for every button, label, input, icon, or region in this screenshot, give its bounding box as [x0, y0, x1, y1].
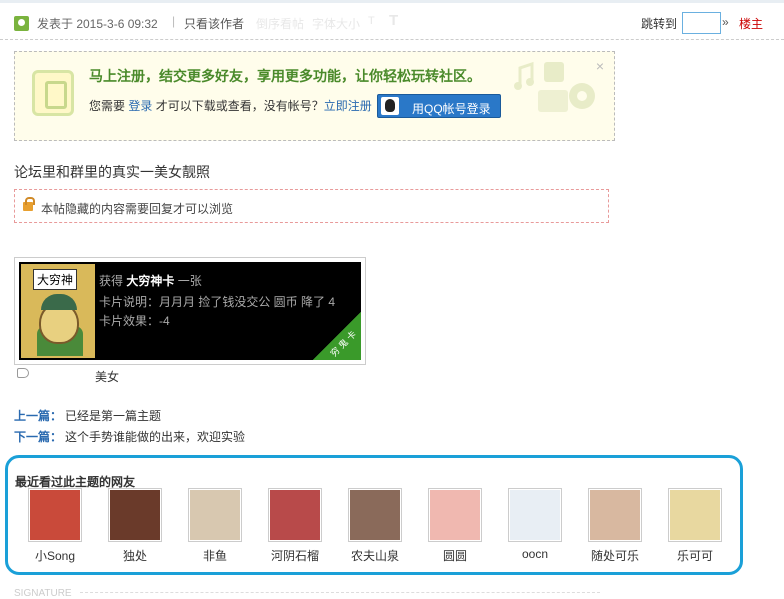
visitor-avatar[interactable] [188, 488, 242, 542]
register-prompt: 马上注册，结交更多好友，享用更多功能，让你轻松玩转社区。 您需要 登录 才可以下… [14, 51, 615, 141]
card-description: 卡片说明：月月月 捡了钱没交公 圆币 降了 4 [99, 295, 336, 309]
next-thread-label: 下一篇： [14, 430, 63, 444]
visitor-avatar[interactable] [428, 488, 482, 542]
decoration-icons [514, 61, 595, 112]
only-author-link[interactable]: 只看该作者 [184, 15, 244, 32]
user-icon [14, 16, 29, 31]
register-mid-text: 才可以下载或查看，没有帐号？ [152, 99, 324, 113]
card-gain-prefix: 获得 [99, 274, 127, 288]
register-link[interactable]: 立即注册 [324, 99, 372, 113]
visitor-name[interactable]: oocn [495, 547, 575, 561]
visitor-avatar[interactable] [348, 488, 402, 542]
font-small-button[interactable]: T [368, 15, 375, 27]
top-border [0, 0, 784, 3]
tag-icon [17, 368, 29, 378]
signature-divider [80, 592, 600, 593]
visitor-name[interactable]: 随处可乐 [575, 547, 655, 564]
visitor-avatar[interactable] [668, 488, 722, 542]
reverse-order-link[interactable]: 倒序看帖 [256, 15, 304, 32]
avatar-image [430, 490, 480, 540]
register-title: 马上注册，结交更多好友，享用更多功能，让你轻松玩转社区。 [89, 68, 481, 84]
visitor-name[interactable]: 圆圆 [415, 547, 495, 564]
card-figure-hat [41, 294, 77, 310]
prev-thread-label: 上一篇： [14, 409, 63, 423]
card-body: 大穷神 获得 大穷神卡 一张 卡片说明：月月月 捡了钱没交公 圆币 降了 4 卡… [19, 262, 361, 360]
prev-thread-text: 已经是第一篇主题 [65, 409, 162, 423]
jump-button[interactable]: » [722, 15, 729, 29]
visitor-name[interactable]: 乐可可 [655, 547, 735, 564]
login-link[interactable]: 登录 [128, 99, 152, 113]
post-header: 发表于 2015-3-6 09:32 | 只看该作者 倒序看帖 字体大小 T T… [0, 4, 784, 40]
avatar-image [510, 490, 560, 540]
visitor-avatar[interactable] [268, 488, 322, 542]
register-text: 您需要 登录 才可以下载或查看，没有帐号？立即注册 [89, 97, 372, 114]
lock-icon [23, 197, 35, 211]
card-gain-suffix: 一张 [174, 274, 202, 288]
register-need-text: 您需要 [89, 99, 129, 113]
qq-login-label: 用QQ帐号登录 [412, 102, 491, 116]
post-time: 发表于 2015-3-6 09:32 [37, 17, 158, 31]
avatar-image [30, 490, 80, 540]
lock-icon [32, 70, 74, 116]
separator: | [172, 14, 176, 28]
card-image-label: 大穷神 [33, 269, 78, 290]
avatar-image [350, 490, 400, 540]
visitor-name[interactable]: 小Song [15, 547, 95, 564]
visitor-avatar[interactable] [108, 488, 162, 542]
hidden-notice-text: 本帖隐藏的内容需要回复才可以浏览 [41, 202, 234, 216]
visitor-name[interactable]: 河阴石榴 [255, 547, 335, 564]
visitor-name[interactable]: 农夫山泉 [335, 547, 415, 564]
card-effect: 卡片效果：-4 [99, 314, 170, 328]
visitor-name[interactable]: 非鱼 [175, 547, 255, 564]
visitor-avatar[interactable] [588, 488, 642, 542]
visitor-avatar[interactable] [28, 488, 82, 542]
recent-visitors: 最近看过此主题的网友 小Song 独处 非鱼 河阴石榴 农夫山泉 圆圆 oocn 随处可乐 乐可… [5, 455, 743, 575]
avatar-image [590, 490, 640, 540]
next-thread-link[interactable]: 这个手势谁能做的出来，欢迎实验 [65, 428, 245, 445]
qq-icon [381, 97, 399, 115]
hidden-content-notice: 本帖隐藏的内容需要回复才可以浏览 [14, 189, 609, 223]
avatar-image [110, 490, 160, 540]
card-gain: 获得 大穷神卡 一张 [99, 272, 202, 289]
qq-login-button[interactable]: 用QQ帐号登录 [377, 94, 501, 118]
close-icon[interactable]: × [596, 58, 604, 74]
post-content: 论坛里和群里的真实一美女靓照 [14, 164, 210, 180]
jump-floor-input[interactable] [682, 12, 721, 34]
card-image: 大穷神 [21, 264, 95, 358]
floor-label: 楼主 [739, 17, 764, 31]
magic-card: 大穷神 获得 大穷神卡 一张 卡片说明：月月月 捡了钱没交公 圆币 降了 4 卡… [14, 257, 366, 365]
font-large-button[interactable]: T [389, 12, 398, 29]
tag-link[interactable]: 美女 [95, 368, 119, 385]
font-size-label: 字体大小 [312, 17, 361, 31]
card-name: 大穷神卡 [126, 274, 175, 288]
jump-label: 跳转到 [641, 17, 678, 31]
avatar-image [670, 490, 720, 540]
avatar-image [270, 490, 320, 540]
avatar-image [190, 490, 240, 540]
visitor-avatar[interactable] [508, 488, 562, 542]
visitor-name[interactable]: 独处 [95, 547, 175, 564]
